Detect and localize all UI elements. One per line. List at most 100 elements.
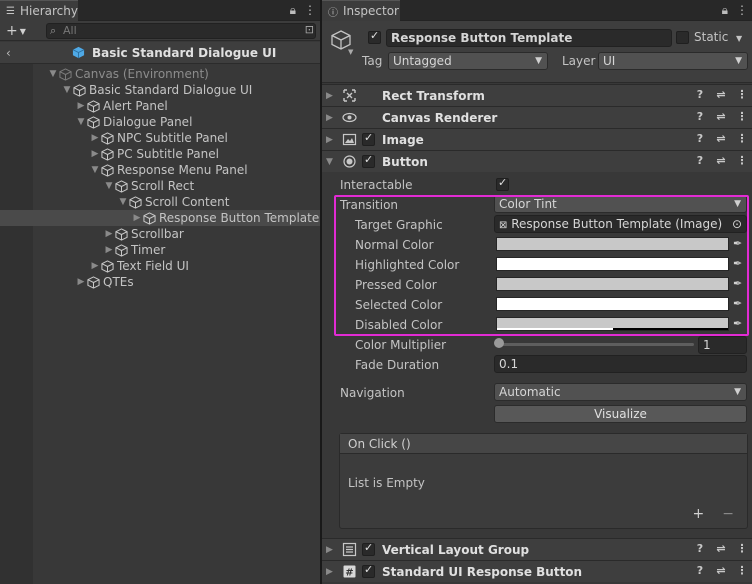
hierarchy-row[interactable]: ▶ Scrollbar bbox=[33, 226, 320, 242]
kebab-menu-icon[interactable]: ⋮ bbox=[736, 110, 748, 123]
presets-icon[interactable]: ⇌ bbox=[715, 154, 727, 167]
expand-arrow-icon[interactable]: ▶ bbox=[89, 149, 101, 159]
create-button[interactable]: + ▼ bbox=[6, 23, 26, 39]
multiplier-slider-knob[interactable] bbox=[494, 338, 504, 348]
presets-icon[interactable]: ⇌ bbox=[715, 542, 727, 555]
collapse-arrow-icon[interactable]: ▼ bbox=[47, 69, 59, 79]
hierarchy-row[interactable]: ▶ Timer bbox=[33, 242, 320, 258]
component-canvas-renderer[interactable]: ▶ Canvas Renderer ? ⇌ ⋮ bbox=[322, 106, 752, 128]
collapse-arrow-icon[interactable]: ▼ bbox=[75, 117, 87, 127]
component-vertical-layout-group[interactable]: ▶ Vertical Layout Group ? ⇌ ⋮ bbox=[322, 538, 752, 560]
hierarchy-row[interactable]: ▼ Response Menu Panel bbox=[33, 162, 320, 178]
expand-arrow-icon[interactable]: ▶ bbox=[75, 277, 87, 287]
expand-arrow-icon[interactable]: ▶ bbox=[75, 101, 87, 111]
button-enabled-checkbox[interactable] bbox=[362, 153, 375, 168]
multiplier-field[interactable]: 1 bbox=[698, 336, 747, 354]
kebab-menu-icon[interactable]: ⋮ bbox=[736, 542, 748, 555]
add-event-button[interactable]: + bbox=[693, 506, 705, 522]
hierarchy-row[interactable]: ▶ Response Button Template bbox=[0, 210, 320, 226]
remove-event-button[interactable]: − bbox=[722, 506, 734, 522]
hierarchy-row[interactable]: ▶ NPC Subtitle Panel bbox=[33, 130, 320, 146]
component-image[interactable]: ▶ Image ? ⇌ ⋮ bbox=[322, 128, 752, 150]
interactable-checkbox[interactable] bbox=[496, 176, 509, 191]
collapse-arrow-icon[interactable]: ▼ bbox=[61, 85, 73, 95]
multiplier-slider-track[interactable] bbox=[498, 343, 694, 346]
component-standard-ui-response-button[interactable]: ▶ # Standard UI Response Button ? ⇌ ⋮ bbox=[322, 560, 752, 582]
lock-icon[interactable]: 🔒︎ bbox=[722, 3, 728, 18]
kebab-menu-icon[interactable]: ⋮ bbox=[736, 3, 748, 18]
hierarchy-search-input[interactable]: ⌕ All bbox=[46, 23, 316, 39]
tag-dropdown[interactable]: Untagged ▼ bbox=[388, 52, 548, 70]
eyedropper-icon[interactable]: ✒ bbox=[733, 257, 742, 270]
collapse-arrow-icon[interactable]: ▼ bbox=[103, 181, 115, 191]
expand-arrow-icon[interactable]: ▶ bbox=[103, 245, 115, 255]
hierarchy-row[interactable]: ▼ Dialogue Panel bbox=[33, 114, 320, 130]
srb-enabled-checkbox[interactable] bbox=[362, 563, 375, 578]
component-rect-transform[interactable]: ▶ Rect Transform ? ⇌ ⋮ bbox=[322, 84, 752, 106]
expand-arrow-icon[interactable]: ▶ bbox=[103, 229, 115, 239]
expand-arrow-icon[interactable]: ▶ bbox=[89, 261, 101, 271]
highlighted-color-label: Highlighted Color bbox=[355, 258, 460, 272]
help-icon[interactable]: ? bbox=[694, 132, 706, 145]
hierarchy-row[interactable]: ▶ QTEs bbox=[33, 274, 320, 290]
pressed-color-swatch[interactable] bbox=[496, 277, 729, 291]
hierarchy-row[interactable]: ▶ Text Field UI bbox=[33, 258, 320, 274]
hierarchy-row[interactable]: ▼ Scroll Content bbox=[33, 194, 320, 210]
presets-icon[interactable]: ⇌ bbox=[715, 110, 727, 123]
hierarchy-tab[interactable]: ☰ Hierarchy bbox=[0, 0, 78, 21]
collapse-arrow-icon[interactable]: ▼ bbox=[117, 197, 129, 207]
eyedropper-icon[interactable]: ✒ bbox=[733, 297, 742, 310]
alpha-bar-white bbox=[497, 328, 613, 330]
presets-icon[interactable]: ⇌ bbox=[715, 564, 727, 577]
kebab-menu-icon[interactable]: ⋮ bbox=[736, 132, 748, 145]
expand-arrow-icon[interactable]: ▶ bbox=[89, 133, 101, 143]
scene-header[interactable]: ‹ Basic Standard Dialogue UI bbox=[0, 42, 320, 64]
component-button[interactable]: ▼ Button ? ⇌ ⋮ bbox=[322, 150, 752, 172]
transition-dropdown[interactable]: Color Tint ▼ bbox=[494, 195, 747, 213]
eyedropper-icon[interactable]: ✒ bbox=[733, 317, 742, 330]
inspector-tab[interactable]: ⓘ Inspector bbox=[322, 0, 400, 21]
help-icon[interactable]: ? bbox=[694, 564, 706, 577]
help-icon[interactable]: ? bbox=[694, 88, 706, 101]
eyedropper-icon[interactable]: ✒ bbox=[733, 277, 742, 290]
icon-dropdown-caret[interactable]: ▼ bbox=[348, 48, 353, 56]
kebab-menu-icon[interactable]: ⋮ bbox=[736, 88, 748, 101]
help-icon[interactable]: ? bbox=[694, 154, 706, 167]
presets-icon[interactable]: ⇌ bbox=[715, 88, 727, 101]
hierarchy-row[interactable]: ▶ PC Subtitle Panel bbox=[33, 146, 320, 162]
lock-icon[interactable]: 🔒︎ bbox=[290, 3, 296, 18]
normal-color-swatch[interactable] bbox=[496, 237, 729, 251]
hierarchy-row[interactable]: ▼ Basic Standard Dialogue UI bbox=[33, 82, 320, 98]
layer-dropdown[interactable]: UI ▼ bbox=[598, 52, 748, 70]
scene-visibility-icon[interactable]: ⊡ bbox=[305, 23, 314, 36]
image-enabled-checkbox[interactable] bbox=[362, 131, 375, 146]
kebab-menu-icon[interactable]: ⋮ bbox=[304, 3, 316, 18]
hierarchy-row[interactable]: ▼ Scroll Rect bbox=[33, 178, 320, 194]
eyedropper-icon[interactable]: ✒ bbox=[733, 237, 742, 250]
active-checkbox[interactable] bbox=[368, 29, 381, 44]
search-icon: ⌕ bbox=[50, 24, 57, 37]
static-dropdown-caret[interactable]: ▼ bbox=[736, 34, 742, 43]
visualize-button[interactable]: Visualize bbox=[494, 405, 747, 423]
highlighted-color-swatch[interactable] bbox=[496, 257, 729, 271]
hierarchy-row[interactable]: ▶ Alert Panel bbox=[33, 98, 320, 114]
expand-arrow-icon[interactable]: ▶ bbox=[131, 213, 143, 223]
navigation-dropdown[interactable]: Automatic ▼ bbox=[494, 383, 747, 401]
kebab-menu-icon[interactable]: ⋮ bbox=[736, 154, 748, 167]
vlg-enabled-checkbox[interactable] bbox=[362, 541, 375, 556]
collapse-arrow-icon[interactable]: ▼ bbox=[89, 165, 101, 175]
hierarchy-row[interactable]: ▼ Canvas (Environment) bbox=[33, 66, 320, 82]
object-picker-icon[interactable]: ⊙ bbox=[732, 216, 742, 232]
disabled-color-swatch[interactable] bbox=[496, 317, 729, 331]
fade-duration-field[interactable]: 0.1 bbox=[494, 355, 747, 373]
static-label: Static bbox=[694, 30, 729, 44]
help-icon[interactable]: ? bbox=[694, 542, 706, 555]
static-checkbox[interactable] bbox=[676, 31, 689, 44]
selected-color-swatch[interactable] bbox=[496, 297, 729, 311]
back-arrow-icon[interactable]: ‹ bbox=[6, 46, 11, 60]
object-name-field[interactable]: Response Button Template bbox=[386, 29, 672, 47]
kebab-menu-icon[interactable]: ⋮ bbox=[736, 564, 748, 577]
presets-icon[interactable]: ⇌ bbox=[715, 132, 727, 145]
help-icon[interactable]: ? bbox=[694, 110, 706, 123]
target-graphic-field[interactable]: ⊠ Response Button Template (Image) ⊙ bbox=[494, 215, 747, 233]
